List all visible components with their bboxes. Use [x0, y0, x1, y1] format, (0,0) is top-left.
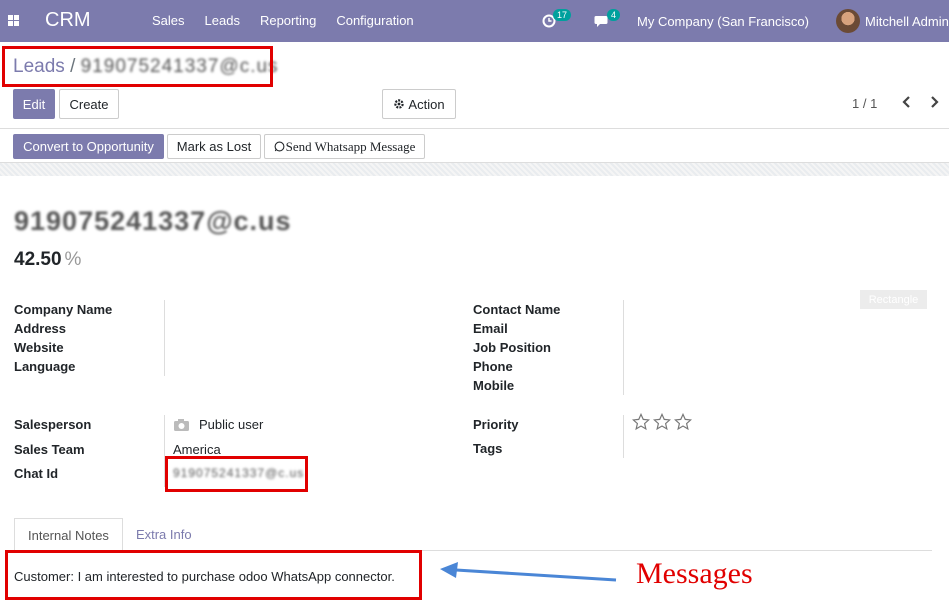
company-switcher[interactable]: My Company (San Francisco): [637, 0, 809, 42]
messaging-menu[interactable]: 4: [594, 0, 623, 42]
lead-title: 919075241337@c.us: [14, 206, 292, 236]
menu-reporting[interactable]: Reporting: [260, 13, 316, 28]
sales-team-label: Sales Team: [14, 442, 85, 457]
camera-icon: [174, 418, 189, 431]
whatsapp-icon: [274, 141, 285, 152]
arrow-icon: [440, 562, 617, 582]
mobile-label: Mobile: [473, 378, 515, 393]
menu-leads[interactable]: Leads: [205, 13, 240, 28]
highlight-box-chat-id: [165, 456, 308, 492]
priority-label: Priority: [473, 417, 519, 432]
app-name[interactable]: CRM: [45, 9, 91, 32]
activity-badge: 17: [553, 9, 572, 21]
main-menu: Sales Leads Reporting Configuration: [152, 13, 434, 28]
notebook-tabs: Internal Notes Extra Info: [14, 518, 205, 553]
salesperson-label: Salesperson: [14, 417, 92, 432]
mark-as-lost-button[interactable]: Mark as Lost: [167, 134, 261, 159]
activity-menu[interactable]: 17: [542, 0, 574, 42]
action-button[interactable]: Action: [382, 89, 456, 119]
chevron-left-icon[interactable]: [901, 94, 913, 110]
probability-unit: %: [64, 249, 82, 270]
edit-button[interactable]: Edit: [13, 89, 55, 119]
message-badge: 4: [607, 9, 621, 21]
salesperson-field[interactable]: Public user: [173, 417, 263, 432]
address-label: Address: [14, 321, 67, 336]
menu-configuration[interactable]: Configuration: [336, 13, 413, 28]
divider: [0, 128, 949, 129]
star-icon[interactable]: [653, 413, 671, 431]
tags-label: Tags: [473, 441, 503, 456]
star-icon[interactable]: [674, 413, 692, 431]
action-label: Action: [408, 96, 445, 112]
field-divider: [623, 300, 624, 395]
chat-id-label: Chat Id: [14, 466, 59, 481]
salesperson-value: Public user: [199, 417, 264, 432]
messages-callout-label: Messages: [636, 557, 753, 590]
convert-to-opportunity-button[interactable]: Convert to Opportunity: [13, 134, 164, 159]
send-whatsapp-button[interactable]: Send Whatsapp Message: [264, 134, 425, 159]
website-label: Website: [14, 340, 64, 355]
company-name-label: Company Name: [14, 302, 113, 317]
job-position-label: Job Position: [473, 340, 551, 355]
probability-value: 42.50: [14, 249, 62, 270]
ribbon-badge: Rectangle: [860, 290, 927, 309]
chevron-right-icon[interactable]: [928, 94, 940, 110]
tab-extra-info[interactable]: Extra Info: [123, 518, 205, 553]
sales-team-value[interactable]: America: [173, 442, 221, 457]
email-label: Email: [473, 321, 508, 336]
contact-name-label: Contact Name: [473, 302, 561, 317]
top-navbar: CRM Sales Leads Reporting Configuration …: [0, 0, 949, 42]
apps-menu-icon[interactable]: [8, 15, 19, 26]
highlight-box-breadcrumb: [2, 46, 273, 87]
highlight-box-notes: [5, 550, 422, 600]
star-icon[interactable]: [632, 413, 650, 431]
sheet-background-strip: [0, 162, 949, 176]
user-name: Mitchell Admin: [865, 13, 949, 29]
field-divider: [623, 415, 624, 458]
gear-icon: [394, 99, 405, 109]
avatar: [836, 9, 860, 33]
user-menu[interactable]: Mitchell Admin: [836, 0, 949, 42]
tab-internal-notes[interactable]: Internal Notes: [14, 518, 123, 553]
pager-value[interactable]: 1 / 1: [852, 96, 877, 111]
create-button[interactable]: Create: [59, 89, 119, 119]
probability: 42.50%: [14, 249, 81, 271]
whatsapp-label: Send Whatsapp Message: [285, 138, 416, 154]
field-divider: [164, 300, 165, 376]
form-sheet: 919075241337@c.us 42.50% Rectangle Compa…: [0, 176, 949, 612]
phone-label: Phone: [473, 359, 513, 374]
language-label: Language: [14, 359, 76, 374]
menu-sales[interactable]: Sales: [152, 13, 185, 28]
